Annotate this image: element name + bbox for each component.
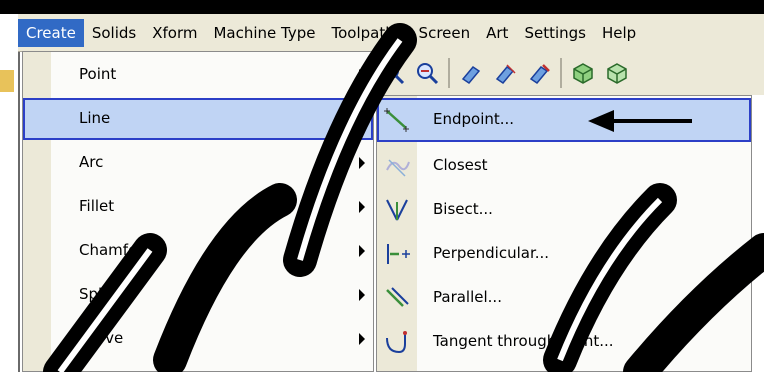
submenu-arrow-icon xyxy=(359,333,365,345)
line-item-bisect[interactable]: Bisect... xyxy=(377,188,751,232)
line-endpoint-icon xyxy=(383,106,411,134)
menubar: Create Solids Xform Machine Type Toolpat… xyxy=(18,14,764,52)
menu-machine-type[interactable]: Machine Type xyxy=(205,19,323,47)
menu-item-label: Closest xyxy=(433,156,488,174)
menu-screen[interactable]: Screen xyxy=(411,19,479,47)
create-item-curve[interactable]: Curve xyxy=(23,318,373,360)
solid-cube-icon[interactable] xyxy=(570,60,596,86)
menu-toolpaths[interactable]: Toolpaths xyxy=(323,19,410,47)
submenu-arrow-icon xyxy=(359,201,365,213)
menu-item-label: Fillet xyxy=(79,197,115,215)
line-item-closest[interactable]: Closest xyxy=(377,144,751,188)
submenu-arrow-icon xyxy=(359,157,365,169)
annotation-arrow-icon xyxy=(588,110,692,132)
line-tangent-icon xyxy=(383,328,411,356)
create-item-line[interactable]: Line xyxy=(23,98,373,140)
line-parallel-icon xyxy=(383,284,411,312)
menu-item-label: Endpoint... xyxy=(433,110,515,128)
tool-view-2-icon[interactable] xyxy=(492,60,518,86)
menu-item-label: Curve xyxy=(79,329,124,347)
create-item-point[interactable]: Point xyxy=(23,54,373,96)
line-closest-icon xyxy=(383,152,411,180)
line-item-perpendicular[interactable]: Perpendicular... xyxy=(377,232,751,276)
create-item-arc[interactable]: Arc xyxy=(23,142,373,184)
submenu-arrow-icon xyxy=(359,289,365,301)
submenu-arrow-icon xyxy=(359,113,365,125)
menu-item-label: Tangent through point... xyxy=(433,332,614,350)
line-item-parallel[interactable]: Parallel... xyxy=(377,276,751,320)
menu-item-label: Parallel... xyxy=(433,288,502,306)
menu-item-label: Spline xyxy=(79,285,126,303)
toolbar xyxy=(370,51,764,95)
top-black-bar xyxy=(0,0,764,14)
create-item-fillet[interactable]: Fillet xyxy=(23,186,373,228)
menu-create[interactable]: Create xyxy=(18,18,84,47)
menu-solids[interactable]: Solids xyxy=(84,19,144,47)
menu-item-label: Chamfer xyxy=(79,241,144,259)
create-item-chamfer[interactable]: Chamfer xyxy=(23,230,373,272)
submenu-arrow-icon xyxy=(359,245,365,257)
menu-help[interactable]: Help xyxy=(594,19,644,47)
line-perpendicular-icon xyxy=(383,240,411,268)
line-bisect-icon xyxy=(383,196,411,224)
submenu-arrow-icon xyxy=(359,69,365,81)
menu-art[interactable]: Art xyxy=(478,19,516,47)
menu-item-label: Perpendicular... xyxy=(433,244,550,262)
menu-xform[interactable]: Xform xyxy=(144,19,205,47)
menu-item-label: Bisect... xyxy=(433,200,493,218)
menu-item-label: Line xyxy=(79,109,111,127)
tool-view-3-icon[interactable] xyxy=(526,60,552,86)
toolbar-separator xyxy=(560,58,562,88)
window-left-edge xyxy=(0,14,20,372)
zoom-window-icon[interactable] xyxy=(380,60,406,86)
toolbar-stub xyxy=(0,70,14,92)
create-item-spline[interactable]: Spline xyxy=(23,274,373,316)
menu-item-label: Arc xyxy=(79,153,104,171)
toolbar-separator xyxy=(448,58,450,88)
solid-cube-2-icon[interactable] xyxy=(604,60,630,86)
tool-view-icon[interactable] xyxy=(458,60,484,86)
menu-item-label: Point xyxy=(79,65,117,83)
create-menu: Point Line Arc Fillet Chamfer Spline Cur… xyxy=(22,51,374,372)
zoom-out-icon[interactable] xyxy=(414,60,440,86)
menu-settings[interactable]: Settings xyxy=(516,19,594,47)
line-item-endpoint[interactable]: Endpoint... xyxy=(377,98,751,142)
line-item-tangent[interactable]: Tangent through point... xyxy=(377,320,751,364)
line-submenu: Endpoint... Closest Bisect... Perpendicu… xyxy=(376,95,752,372)
